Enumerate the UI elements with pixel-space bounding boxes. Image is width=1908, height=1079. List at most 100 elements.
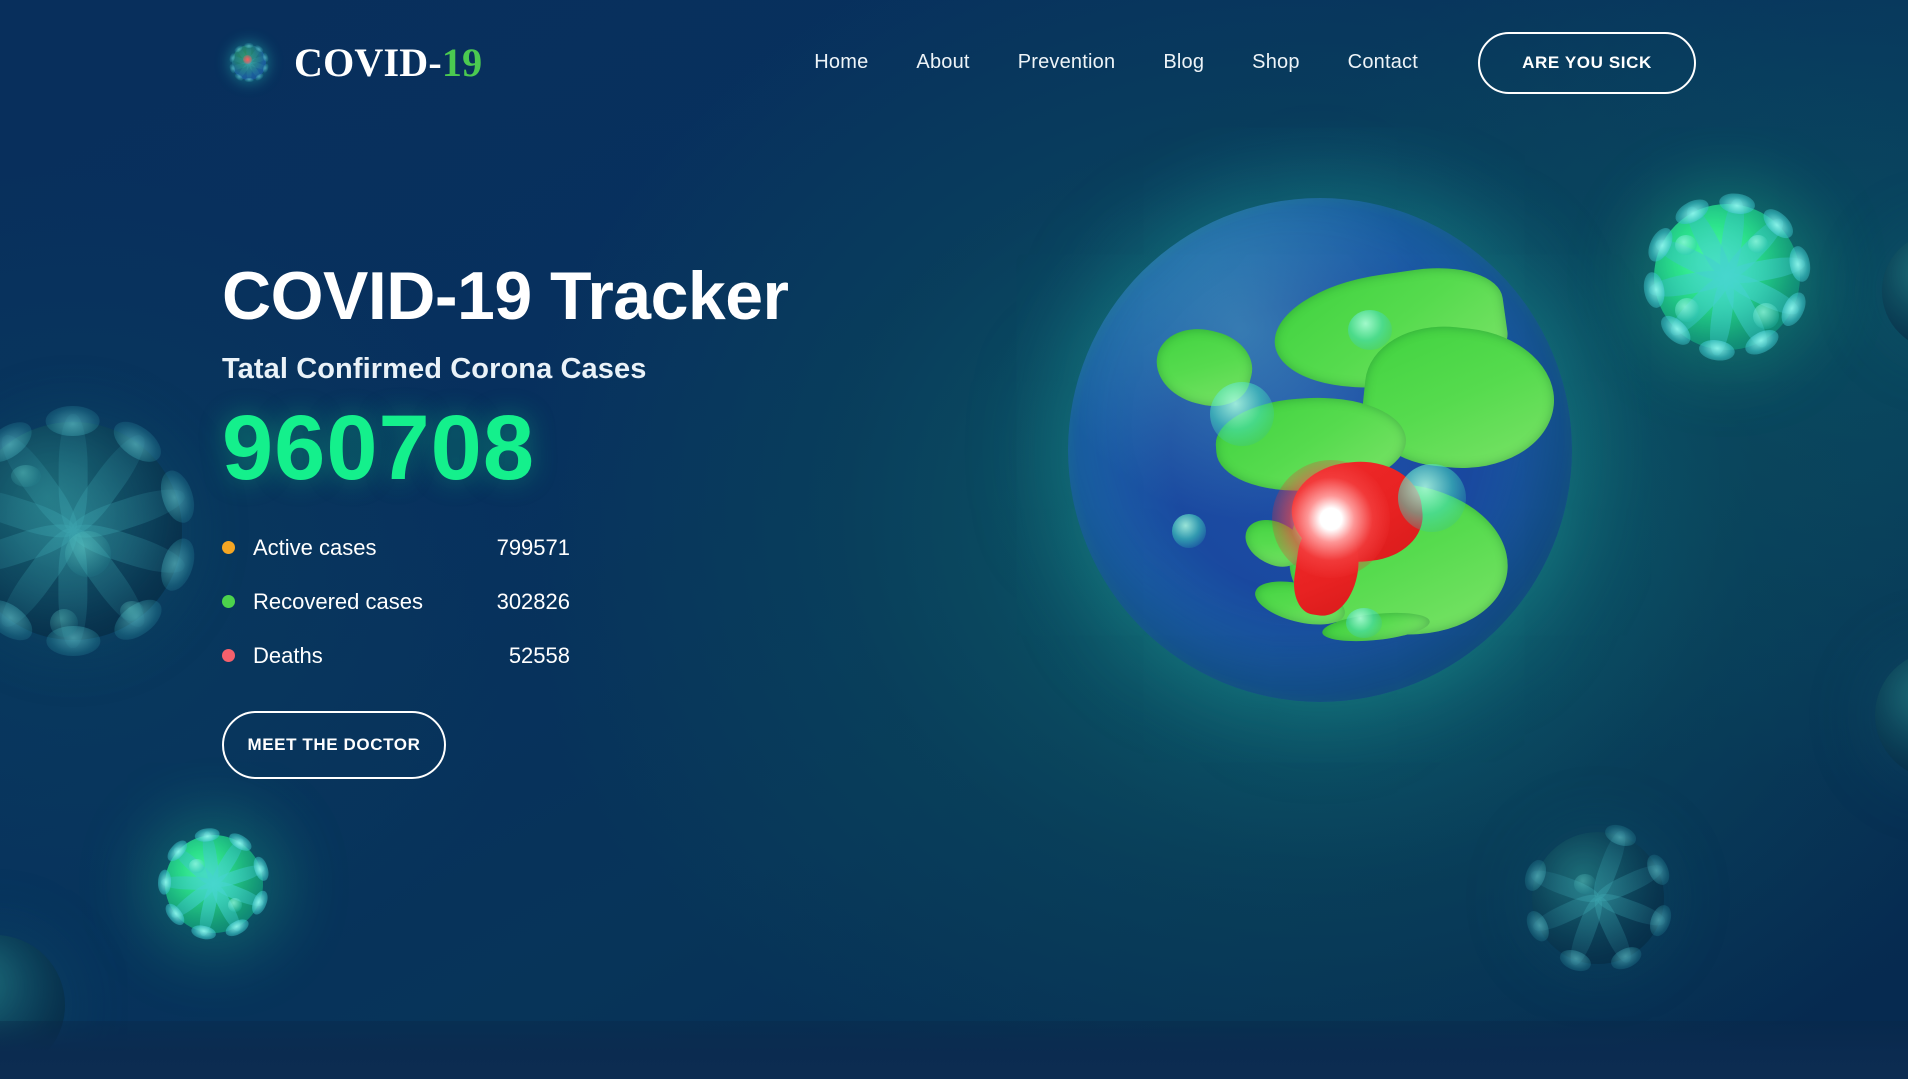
virus-spike: [1652, 233, 1732, 286]
stat-row-deaths: Deaths 52558: [222, 629, 570, 683]
stat-row-active-cases: Active cases 799571: [222, 521, 570, 575]
nav-item-home[interactable]: Home: [790, 51, 892, 74]
virus-spike: [1706, 275, 1737, 357]
virus-pore: [1674, 297, 1699, 322]
virus-spike: [68, 517, 189, 582]
virus-body: [231, 45, 267, 80]
virus-pore: [1398, 464, 1466, 532]
virus-spike: [0, 517, 78, 582]
stat-label-deaths: Deaths: [253, 642, 323, 668]
virus-pore: [1747, 235, 1768, 254]
hero-subtitle: Tatal Confirmed Corona Cases: [222, 353, 647, 386]
status-dot-deaths: [222, 649, 235, 663]
outbreak-hotspot: [1272, 460, 1390, 578]
virus-pore: [1346, 608, 1382, 638]
meet-the-doctor-button[interactable]: MEET THE DOCTOR: [222, 710, 446, 779]
virus-spike: [61, 522, 154, 635]
page-bottom-band: [0, 1021, 1908, 1079]
hero-content: COVID-19 Tracker Tatal Confirmed Corona …: [222, 258, 789, 779]
decorative-virus-far-left-low: [0, 880, 120, 1079]
virus-body: [1882, 232, 1908, 350]
decorative-virus-bottom-left: [126, 796, 302, 972]
are-you-sick-button[interactable]: ARE YOU SICK: [1478, 31, 1696, 94]
virus-spike: [0, 480, 78, 545]
virus-pore: [65, 531, 112, 577]
stat-value-recovered: 302826: [496, 588, 570, 614]
virus-spike: [1565, 894, 1607, 968]
virus-spike: [1681, 202, 1736, 282]
virus-pore: [1753, 303, 1780, 330]
virus-body: [1531, 831, 1665, 965]
virus-spike: [61, 427, 154, 540]
virus-pore: [10, 464, 41, 487]
virus-spike: [211, 877, 266, 910]
virus-spike: [1722, 268, 1802, 321]
virus-body: [1653, 203, 1801, 351]
virus-spike: [58, 414, 88, 531]
virus-pore: [189, 859, 206, 874]
virus-spike: [1594, 889, 1668, 931]
decorative-virus-bottom-right: [1480, 780, 1716, 1016]
virus-spike: [1594, 860, 1666, 907]
brand-title-covid: COVID-: [294, 39, 442, 85]
case-statistics-list: Active cases 799571 Recovered cases 3028…: [222, 521, 789, 683]
virus-body: [0, 421, 183, 641]
page-title: COVID-19 Tracker: [222, 258, 789, 334]
virus-spike: [1717, 197, 1748, 279]
virus-spike: [168, 878, 219, 922]
virus-spike: [161, 875, 215, 891]
virus-spike: [1665, 270, 1735, 341]
virus-pore: [228, 898, 243, 913]
nav-item-prevention[interactable]: Prevention: [994, 51, 1140, 74]
virus-spike: [170, 843, 219, 889]
decorative-virus-right-lower: [1824, 600, 1908, 830]
brand-title-19: 19: [441, 39, 483, 85]
virus-spike: [45, 531, 101, 657]
virus-pore: [1172, 514, 1206, 548]
virus-spike: [1530, 889, 1602, 936]
stat-label-recovered: Recovered cases: [253, 588, 423, 614]
virus-spike: [196, 882, 221, 938]
virus-spike: [0, 522, 85, 635]
main-navigation: Home About Prevention Blog Shop Contact …: [790, 31, 1908, 94]
virus-pore: [1574, 874, 1597, 895]
virus-body: [1874, 650, 1908, 780]
status-dot-recovered: [222, 595, 235, 609]
virus-body: [164, 834, 264, 934]
nav-item-contact[interactable]: Contact: [1324, 51, 1442, 74]
stat-row-recovered-cases: Recovered cases 302826: [222, 575, 570, 629]
virus-spike: [1719, 213, 1789, 284]
covid-tracker-hero-page: COVID-19 Home About Prevention Blog Shop…: [0, 0, 1908, 1079]
brand-title: COVID-19: [294, 39, 483, 85]
covid-virus-globe-illustration: [1010, 140, 1630, 760]
nav-item-about[interactable]: About: [892, 51, 993, 74]
virus-spike: [211, 861, 267, 891]
virus-pore: [1210, 382, 1274, 446]
virus-spike: [68, 480, 189, 545]
virus-pore: [1348, 310, 1392, 350]
virus-spike: [1589, 894, 1636, 966]
site-header: COVID-19 Home About Prevention Blog Shop…: [0, 0, 1908, 125]
virus-globe-icon: [218, 32, 280, 94]
decorative-virus-far-right-upper: [1836, 186, 1908, 396]
earth-globe: [1068, 198, 1572, 702]
virus-spike: [0, 998, 3, 1069]
virus-spike: [1725, 253, 1807, 287]
virus-pore: [49, 609, 78, 637]
virus-spike: [208, 835, 248, 888]
virus-pore: [119, 601, 144, 622]
total-confirmed-cases-value: 960708: [222, 397, 535, 500]
decorative-virus-top-right: [1596, 146, 1858, 408]
virus-spike: [1589, 828, 1631, 902]
nav-item-shop[interactable]: Shop: [1228, 51, 1324, 74]
stat-value-deaths: 52558: [508, 642, 570, 668]
virus-spike: [1528, 865, 1602, 907]
brand-logo[interactable]: COVID-19: [218, 32, 482, 94]
virus-body: [0, 935, 65, 1075]
status-dot-active: [222, 541, 235, 555]
virus-pore: [1674, 235, 1697, 256]
virus-spike: [200, 830, 221, 885]
nav-item-blog[interactable]: Blog: [1139, 51, 1228, 74]
virus-spike: [0, 427, 85, 540]
virus-spike: [1647, 267, 1729, 301]
